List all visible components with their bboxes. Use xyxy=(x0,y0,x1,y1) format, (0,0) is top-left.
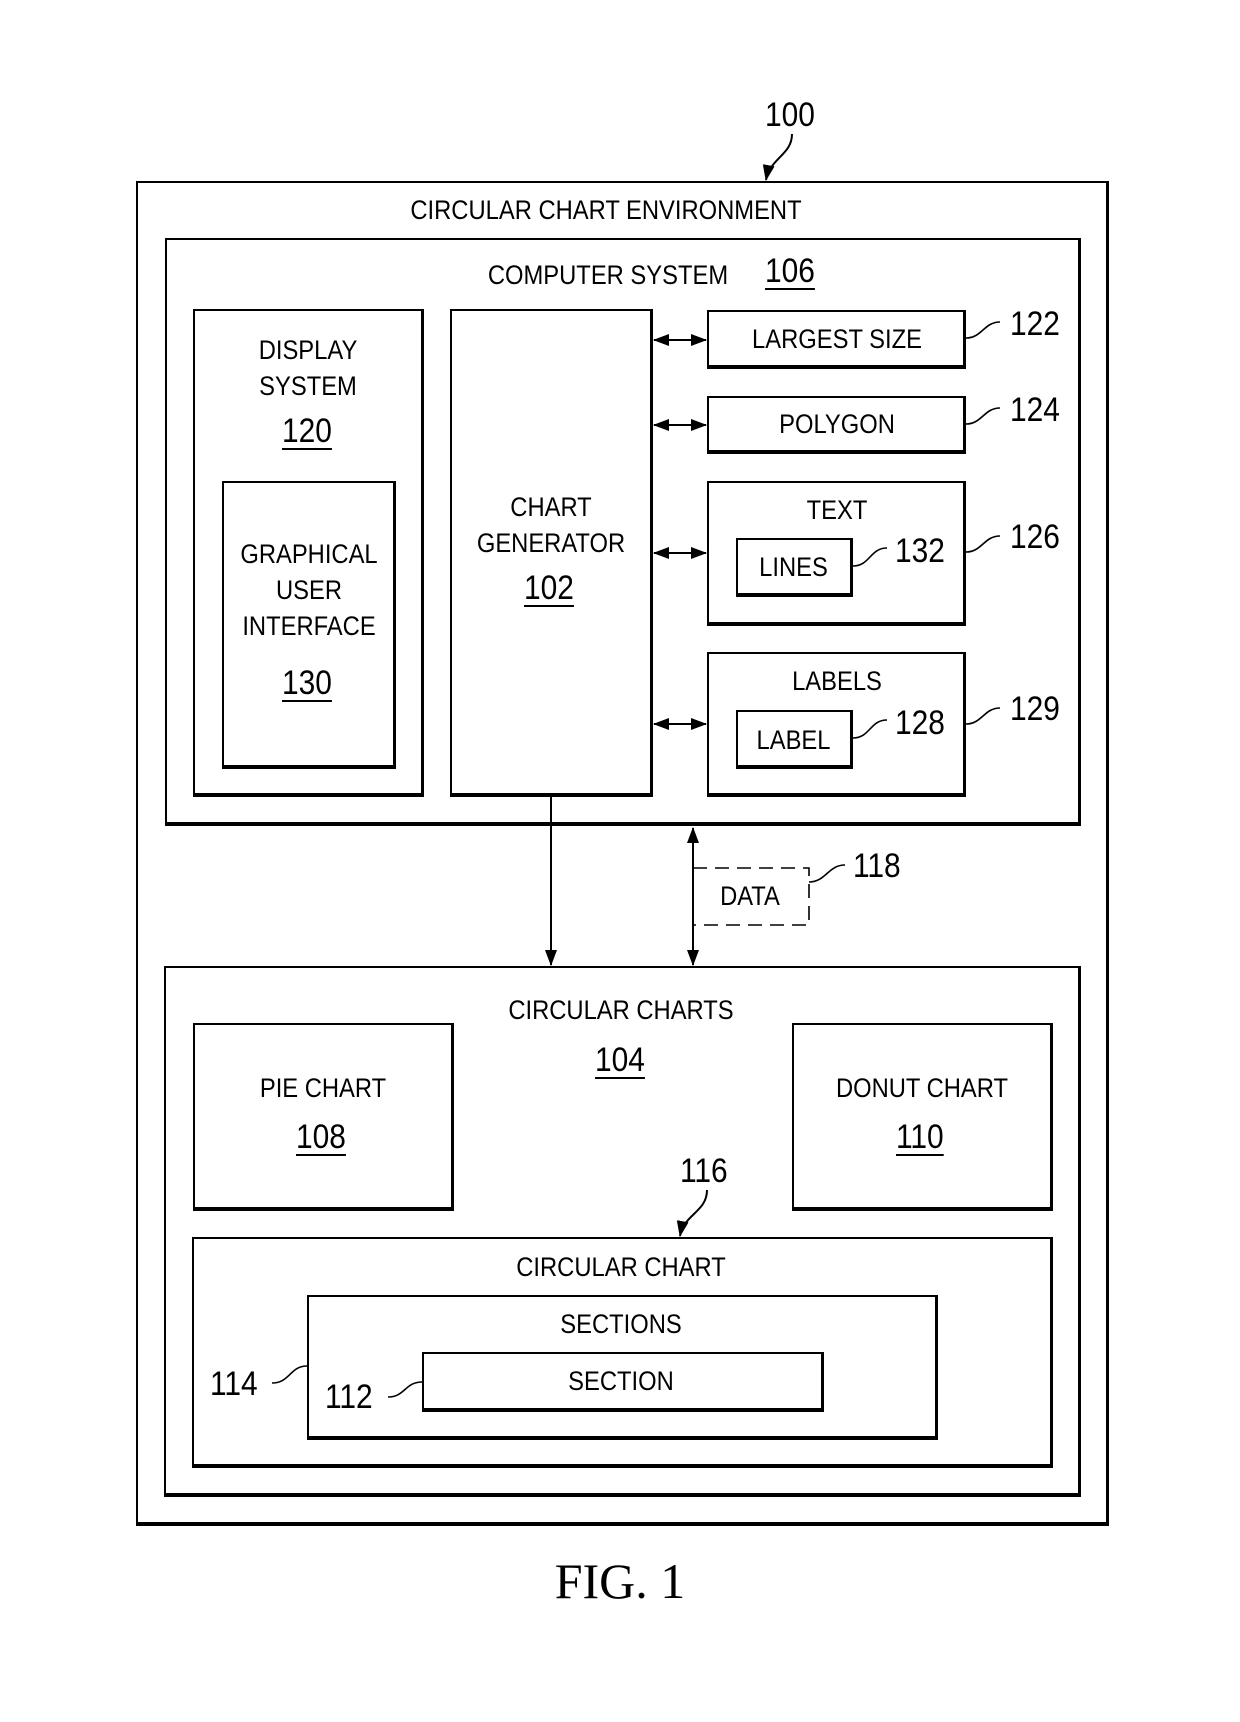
ref-132: 132 xyxy=(895,532,945,570)
pie-chart-box xyxy=(193,1023,454,1211)
chart-generator-title-line1: CHART xyxy=(510,492,592,522)
ref-104: 104 xyxy=(595,1041,645,1079)
ref-126: 126 xyxy=(1010,518,1060,556)
ref-106: 106 xyxy=(765,252,815,290)
donut-chart-box xyxy=(792,1023,1053,1211)
lines-label: LINES xyxy=(759,552,828,582)
ref-120: 120 xyxy=(282,412,332,450)
ref-122: 122 xyxy=(1010,305,1060,343)
display-system-title-line2: SYSTEM xyxy=(259,371,357,401)
gui-title-line3: INTERFACE xyxy=(242,611,376,641)
gui-title-line2: USER xyxy=(275,575,342,605)
figure-caption: FIG. 1 xyxy=(554,1553,686,1609)
text-label: TEXT xyxy=(806,495,868,525)
polygon-label: POLYGON xyxy=(779,409,895,439)
ref-130: 130 xyxy=(282,664,332,702)
labels-label: LABELS xyxy=(792,666,882,696)
computer-system-title: COMPUTER SYSTEM xyxy=(487,260,729,290)
gui-title-line1: GRAPHICAL xyxy=(240,539,378,569)
ref-129: 129 xyxy=(1010,690,1060,728)
sections-title: SECTIONS xyxy=(560,1309,682,1339)
ref-112: 112 xyxy=(325,1378,373,1416)
circular-charts-title: CIRCULAR CHARTS xyxy=(508,995,734,1025)
ref-100-arrow xyxy=(762,133,793,181)
chart-generator-title-line2: GENERATOR xyxy=(476,528,626,558)
ref-110: 110 xyxy=(896,1118,944,1156)
ref-116: 116 xyxy=(680,1152,728,1190)
display-system-title-line1: DISPLAY xyxy=(258,335,358,365)
ref-102: 102 xyxy=(524,569,574,607)
ref-128: 128 xyxy=(895,704,945,742)
section-label: SECTION xyxy=(568,1366,674,1396)
pie-chart-label: PIE CHART xyxy=(259,1073,387,1103)
largest-size-label: LARGEST SIZE xyxy=(752,324,922,354)
donut-chart-label: DONUT CHART xyxy=(835,1073,1009,1103)
ref-114: 114 xyxy=(210,1365,258,1403)
ref-100: 100 xyxy=(765,96,815,134)
ref-108: 108 xyxy=(296,1118,346,1156)
ref-124: 124 xyxy=(1010,391,1060,429)
data-label: DATA xyxy=(720,881,780,911)
environment-title: CIRCULAR CHART ENVIRONMENT xyxy=(410,195,802,225)
label-label: LABEL xyxy=(756,725,831,755)
ref-118: 118 xyxy=(853,847,901,885)
circular-chart-title: CIRCULAR CHART xyxy=(516,1252,726,1282)
